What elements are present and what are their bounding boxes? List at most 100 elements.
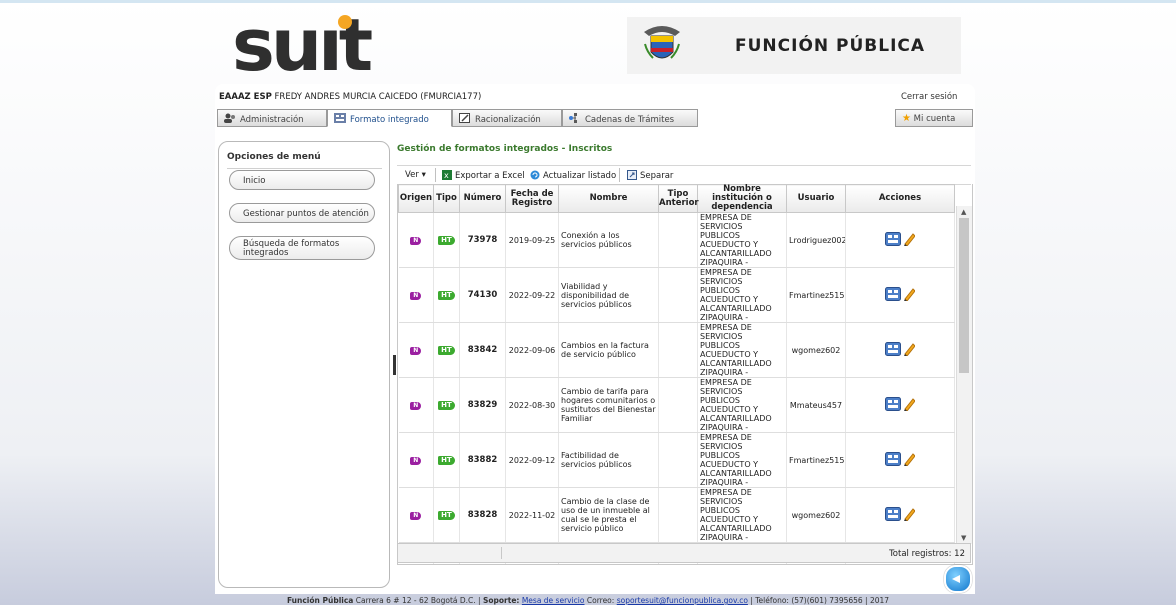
table-row[interactable]: N HT 73978 2019-09-25 Conexión a los servici… (398, 212, 955, 268)
column-header[interactable]: Tipo Anterior (658, 184, 699, 213)
column-header[interactable]: Fecha de Registro (505, 184, 559, 213)
numero-cell: 83828 (459, 487, 506, 543)
column-header[interactable]: Acciones (845, 184, 955, 213)
table-header-row: Origen Tipo Número Fecha de Registro Nom… (398, 184, 955, 213)
numero-cell: 83842 (459, 322, 506, 378)
view-menu-label: Ver (405, 170, 419, 180)
svg-text:x: x (444, 171, 449, 180)
origen-badge: N (410, 457, 422, 465)
logout-link[interactable]: Cerrar sesión (901, 92, 957, 102)
table-cell (845, 212, 955, 268)
tab-cadenas-tramites[interactable]: Cadenas de Trámites (562, 109, 698, 127)
table-body: N HT 73978 2019-09-25 Conexión a los servici… (398, 212, 955, 564)
edit-pencil-icon[interactable] (903, 342, 916, 358)
footer-address: Carrera 6 # 12 - 62 Bogotá D.C. | (355, 596, 481, 605)
scroll-up-icon[interactable]: ▲ (961, 208, 966, 216)
view-detail-icon[interactable] (884, 452, 901, 468)
numero-cell: 83882 (459, 432, 506, 488)
edit-pencil-icon[interactable] (903, 232, 916, 248)
column-header[interactable]: Número (459, 184, 506, 213)
tipo-anterior-cell (658, 487, 698, 543)
fecha-cell: 2022-08-30 (505, 377, 559, 433)
suit-logo[interactable]: suıt (232, 12, 392, 74)
tab-formato-integrado[interactable]: Formato integrado (327, 109, 452, 127)
footer-support-label: Soporte: (482, 596, 520, 605)
nombre-cell: Cambio de la clase de uso de un inmueble… (558, 487, 659, 543)
view-detail-icon[interactable] (884, 287, 901, 303)
user-info: EAAAZ ESP FREDY ANDRES MURCIA CAICEDO (F… (219, 92, 481, 102)
records-grid: Origen Tipo Número Fecha de Registro Nom… (397, 184, 973, 565)
edit-pencil-icon[interactable] (903, 397, 916, 413)
edit-pencil-icon[interactable] (903, 507, 916, 523)
view-detail-icon[interactable] (884, 397, 901, 413)
table-row[interactable]: N HT 83828 2022-11-02 Cambio de la clase de … (398, 487, 955, 543)
column-header[interactable]: Tipo (433, 184, 460, 213)
table-cell (845, 377, 955, 433)
institucion-cell: EMPRESA DE SERVICIOS PUBLICOS ACUEDUCTO … (697, 212, 787, 268)
table-row[interactable]: N HT 83829 2022-08-30 Cambio de tarifa para … (398, 377, 955, 433)
fecha-cell: 2019-09-25 (505, 212, 559, 268)
records-table: Origen Tipo Número Fecha de Registro Nom… (398, 184, 955, 564)
tipo-badge: HT (438, 236, 455, 245)
edit-pencil-icon[interactable] (903, 452, 916, 468)
grid-toolbar: Ver ▾ x Exportar a Excel Actualizar lista… (397, 165, 971, 185)
users-icon (224, 113, 236, 123)
origen-badge: N (410, 347, 422, 355)
sidebar-item-puntos-atencion[interactable]: Gestionar puntos de atención (229, 203, 375, 223)
view-detail-icon[interactable] (884, 507, 901, 523)
export-excel-button[interactable]: x Exportar a Excel (442, 170, 525, 181)
fecha-cell: 2022-11-02 (505, 487, 559, 543)
sidebar-item-inicio[interactable]: Inicio (229, 170, 375, 190)
column-header[interactable]: Usuario (786, 184, 846, 213)
refresh-list-label: Actualizar listado (543, 171, 617, 181)
usuario-cell: wgomez602 (786, 322, 846, 378)
tab-label: Administración (240, 115, 304, 125)
fecha-cell: 2022-09-12 (505, 432, 559, 488)
origen-badge: N (410, 402, 422, 410)
grid-scrollbar[interactable]: ▲ ▼ (956, 206, 972, 544)
tab-administracion[interactable]: Administración (217, 109, 327, 127)
view-menu-button[interactable]: Ver ▾ (405, 170, 426, 180)
scroll-down-icon[interactable]: ▼ (961, 534, 966, 542)
view-detail-icon[interactable] (884, 232, 901, 248)
scroll-thumb[interactable] (959, 218, 969, 373)
column-header[interactable]: Nombre institución o dependencia (697, 184, 787, 213)
tipo-anterior-cell (658, 432, 698, 488)
separate-button[interactable]: Separar (627, 170, 673, 181)
usuario-cell: Fmartinez515 (786, 432, 846, 488)
support-email-link[interactable]: soportesuit@funcionpublica.gov.co (617, 596, 748, 605)
my-account-button[interactable]: ★ Mi cuenta (895, 109, 973, 127)
column-header[interactable]: Origen (398, 184, 434, 213)
sidebar-menu: Opciones de menú Inicio Gestionar puntos… (218, 141, 390, 588)
tipo-badge: HT (438, 401, 455, 410)
usuario-cell: wgomez602 (786, 487, 846, 543)
table-cell: N (398, 212, 434, 268)
tab-racionalizacion[interactable]: Racionalización (452, 109, 562, 127)
table-row[interactable]: N HT 83882 2022-09-12 Factibilidad de servic… (398, 432, 955, 488)
page-title: Gestión de formatos integrados - Inscrit… (397, 144, 613, 154)
edit-pencil-icon[interactable] (903, 287, 916, 303)
table-cell: HT (433, 322, 460, 378)
back-arrow-button[interactable] (944, 565, 972, 593)
usuario-cell: Lrodriguez002 (786, 212, 846, 268)
refresh-list-button[interactable]: Actualizar listado (530, 170, 616, 181)
table-row[interactable]: N HT 74130 2022-09-22 Viabilidad y disponibi… (398, 267, 955, 323)
footer-org: Función Pública (286, 596, 354, 605)
table-row[interactable]: N HT 83842 2022-09-06 Cambios en la factura … (398, 322, 955, 378)
tipo-anterior-cell (658, 212, 698, 268)
nombre-cell: Cambios en la factura de servicio públic… (558, 322, 659, 378)
tipo-badge: HT (438, 291, 455, 300)
toolbar-divider (619, 168, 620, 182)
sidebar-divider (227, 168, 382, 169)
column-header[interactable]: Nombre (558, 184, 659, 213)
refresh-icon (530, 170, 540, 180)
footer-mail-label: Correo: (586, 596, 615, 605)
institucion-cell: EMPRESA DE SERVICIOS PUBLICOS ACUEDUCTO … (697, 377, 787, 433)
origen-badge: N (410, 512, 422, 520)
view-detail-icon[interactable] (884, 342, 901, 358)
support-link[interactable]: Mesa de servicio (522, 596, 585, 605)
numero-cell: 74130 (459, 267, 506, 323)
sidebar-item-busqueda-formatos[interactable]: Búsqueda de formatos integrados (229, 236, 375, 260)
caret-down-icon: ▾ (421, 170, 426, 180)
tipo-badge: HT (438, 511, 455, 520)
